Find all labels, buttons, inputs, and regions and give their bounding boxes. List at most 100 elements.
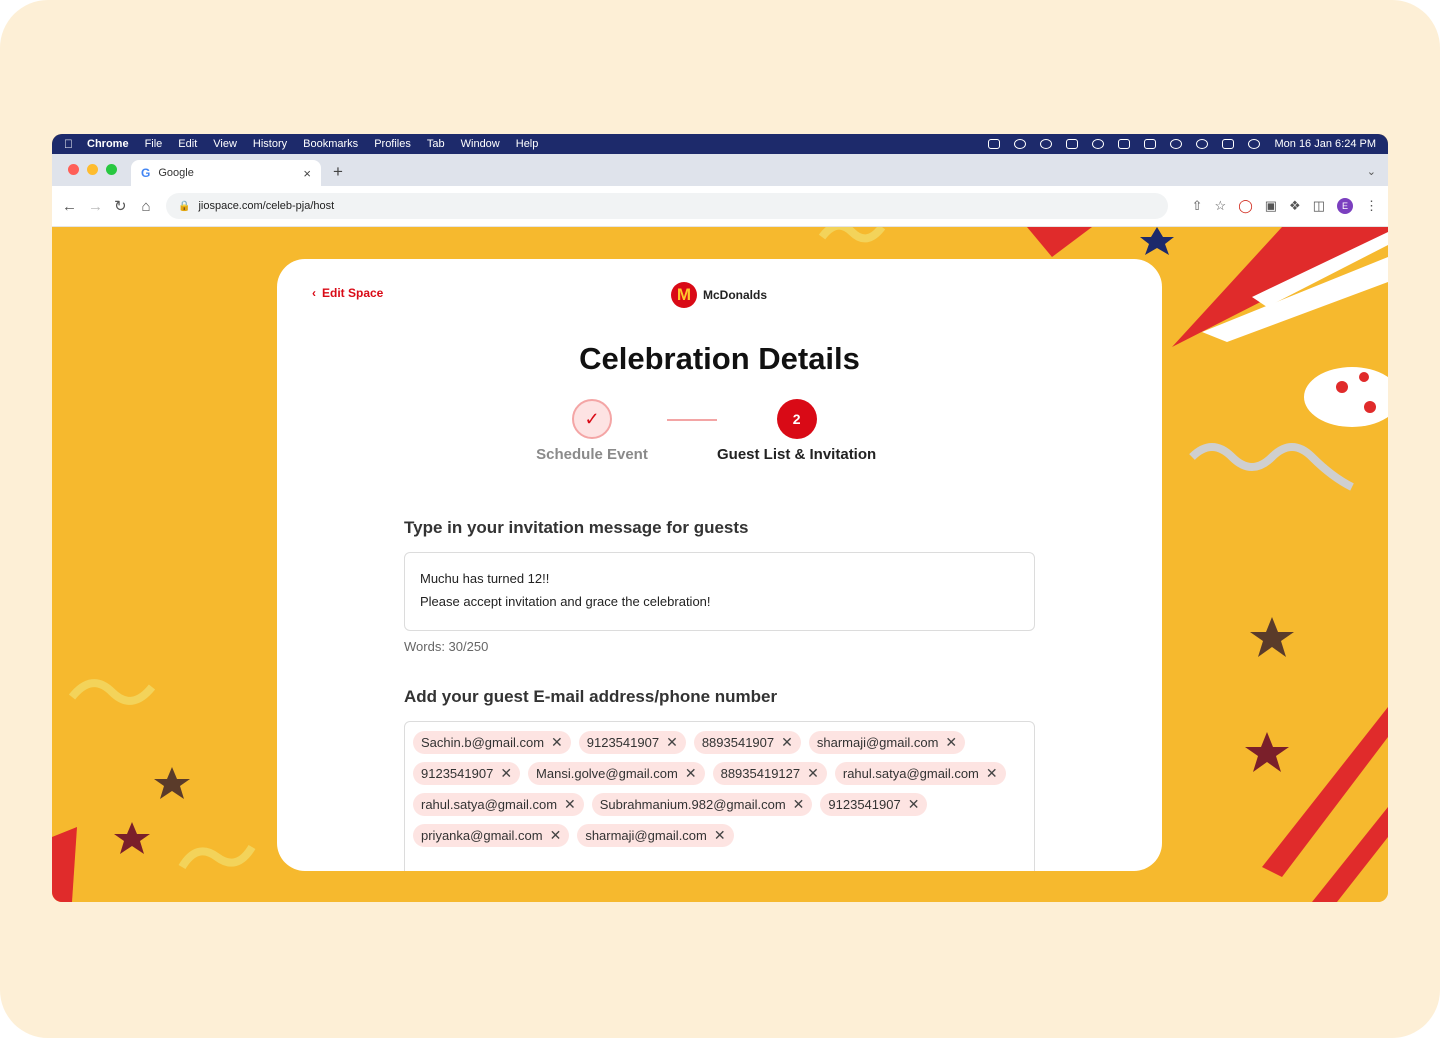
- extensions-puzzle-icon[interactable]: ❖: [1289, 198, 1301, 214]
- siri-icon[interactable]: [1248, 139, 1261, 149]
- guest-chip-label: rahul.satya@gmail.com: [842, 766, 979, 781]
- remove-guest-icon[interactable]: ✕: [685, 765, 697, 782]
- status-extension-icon[interactable]: [1092, 139, 1105, 149]
- step-guest-list[interactable]: 2 Guest List & Invitation: [717, 399, 876, 463]
- guest-chip[interactable]: Mansi.golve@gmail.com ✕: [528, 762, 705, 785]
- remove-guest-icon[interactable]: ✕: [564, 796, 576, 813]
- guest-chip-label: sharmaji@gmail.com: [816, 735, 939, 750]
- forward-arrow-icon[interactable]: →: [88, 198, 103, 215]
- remove-guest-icon[interactable]: ✕: [793, 796, 805, 813]
- remove-guest-icon[interactable]: ✕: [666, 734, 678, 751]
- menu-help[interactable]: Help: [516, 138, 539, 150]
- close-window-button[interactable]: [68, 164, 79, 175]
- remove-guest-icon[interactable]: ✕: [550, 827, 562, 844]
- status-app-icon[interactable]: [988, 139, 1001, 149]
- guest-chip-label: 88935419127: [720, 766, 801, 781]
- menu-profiles[interactable]: Profiles: [374, 138, 411, 150]
- zoom-window-button[interactable]: [106, 164, 117, 175]
- remove-guest-icon[interactable]: ✕: [551, 734, 563, 751]
- status-cloud-icon[interactable]: [1014, 139, 1027, 149]
- guest-chip-label: rahul.satya@gmail.com: [421, 797, 558, 812]
- step-2-number: 2: [776, 399, 817, 439]
- guest-chip[interactable]: sharmaji@gmail.com ✕: [577, 824, 734, 847]
- browser-tab[interactable]: G Google ×: [131, 160, 321, 186]
- bookmark-star-icon[interactable]: ☆: [1215, 198, 1227, 214]
- mcdonalds-logo: M: [671, 282, 697, 308]
- menu-edit[interactable]: Edit: [178, 138, 197, 150]
- word-count: Words: 30/250: [404, 639, 489, 654]
- new-tab-button[interactable]: +: [333, 162, 343, 182]
- guest-chip[interactable]: rahul.satya@gmail.com ✕: [834, 762, 1006, 785]
- menu-bookmarks[interactable]: Bookmarks: [303, 138, 358, 150]
- menu-app-name[interactable]: Chrome: [87, 138, 129, 150]
- window-controls: [52, 164, 131, 186]
- bluetooth-icon[interactable]: [1118, 139, 1131, 149]
- lock-icon[interactable]: 🔒: [178, 201, 190, 212]
- browser-window:  Chrome File Edit View History Bookmark…: [52, 134, 1388, 902]
- remove-guest-icon[interactable]: ✕: [908, 796, 920, 813]
- apple-icon[interactable]: : [64, 137, 73, 151]
- url-text[interactable]: jiospace.com/celeb-pja/host: [198, 200, 334, 212]
- menu-clock[interactable]: Mon 16 Jan 6:24 PM: [1274, 138, 1376, 150]
- more-menu-icon[interactable]: ⋮: [1365, 198, 1378, 214]
- minimize-window-button[interactable]: [87, 164, 98, 175]
- remove-guest-icon[interactable]: ✕: [986, 765, 998, 782]
- brand: M McDonalds: [671, 282, 767, 308]
- remove-guest-icon[interactable]: ✕: [945, 734, 957, 751]
- remove-guest-icon[interactable]: ✕: [714, 827, 726, 844]
- camera-extension-icon[interactable]: ▣: [1265, 198, 1277, 214]
- guest-chip-label: priyanka@gmail.com: [421, 828, 543, 843]
- profile-avatar[interactable]: E: [1337, 198, 1353, 214]
- share-icon[interactable]: ⇧: [1192, 198, 1203, 214]
- step-schedule-event[interactable]: ✓ Schedule Event: [522, 399, 662, 463]
- opera-extension-icon[interactable]: ◯: [1238, 198, 1253, 214]
- remove-guest-icon[interactable]: ✕: [807, 765, 819, 782]
- guest-chip[interactable]: priyanka@gmail.com ✕: [413, 824, 570, 847]
- message-line-2: Please accept invitation and grace the c…: [420, 594, 711, 609]
- guest-chip[interactable]: Sachin.b@gmail.com ✕: [413, 731, 571, 754]
- guest-chip[interactable]: 9123541907 ✕: [820, 793, 928, 816]
- menu-tab[interactable]: Tab: [427, 138, 445, 150]
- guest-chip[interactable]: 88935419127 ✕: [712, 762, 827, 785]
- remove-guest-icon[interactable]: ✕: [500, 765, 512, 782]
- side-panel-icon[interactable]: ◫: [1313, 198, 1325, 214]
- google-favicon-icon: G: [141, 166, 151, 180]
- status-icons: Mon 16 Jan 6:24 PM: [988, 138, 1376, 150]
- menu-window[interactable]: Window: [461, 138, 500, 150]
- guest-chip-label: Sachin.b@gmail.com: [421, 735, 545, 750]
- mac-menu-bar:  Chrome File Edit View History Bookmark…: [52, 134, 1388, 154]
- status-shield-icon[interactable]: [1066, 139, 1079, 149]
- back-arrow-icon[interactable]: ←: [62, 198, 77, 215]
- menu-view[interactable]: View: [213, 138, 237, 150]
- guest-list-input[interactable]: Sachin.b@gmail.com ✕ 9123541907 ✕ 8893541907…: [404, 721, 1035, 871]
- remove-guest-icon[interactable]: ✕: [781, 734, 793, 751]
- guest-chip-label: 8893541907: [701, 735, 775, 750]
- status-sync-icon[interactable]: [1040, 139, 1053, 149]
- reload-icon[interactable]: ↻: [114, 197, 127, 215]
- guest-chip-label: 9123541907: [586, 735, 660, 750]
- guest-chip[interactable]: 9123541907 ✕: [413, 762, 521, 785]
- menu-history[interactable]: History: [253, 138, 287, 150]
- guest-chip[interactable]: rahul.satya@gmail.com ✕: [413, 793, 584, 816]
- tab-search-chevron-icon[interactable]: ⌄: [1367, 165, 1376, 178]
- invitation-message-textarea[interactable]: Muchu has turned 12!! Please accept invi…: [404, 552, 1035, 631]
- celebration-card: ‹ Edit Space M McDonalds Celebration Det…: [277, 259, 1162, 871]
- home-icon[interactable]: ⌂: [140, 198, 152, 215]
- guest-chip-label: sharmaji@gmail.com: [585, 828, 707, 843]
- invitation-message-label: Type in your invitation message for gues…: [404, 518, 749, 537]
- brand-name: McDonalds: [703, 288, 768, 302]
- menu-file[interactable]: File: [145, 138, 163, 150]
- guest-chip-label: Subrahmanium.982@gmail.com: [599, 797, 786, 812]
- spotlight-search-icon[interactable]: [1196, 139, 1209, 149]
- guest-chip[interactable]: Subrahmanium.982@gmail.com ✕: [591, 793, 813, 816]
- battery-icon[interactable]: [1144, 139, 1157, 149]
- guest-chip[interactable]: 9123541907 ✕: [578, 731, 686, 754]
- guest-chip[interactable]: sharmaji@gmail.com ✕: [808, 731, 966, 754]
- guest-chip[interactable]: 8893541907 ✕: [693, 731, 801, 754]
- address-bar[interactable]: 🔒 jiospace.com/celeb-pja/host: [166, 193, 1168, 219]
- stepper-connector: [667, 419, 717, 421]
- edit-space-back-button[interactable]: ‹ Edit Space: [312, 286, 383, 300]
- wifi-icon[interactable]: [1170, 139, 1183, 149]
- control-center-icon[interactable]: [1222, 139, 1235, 149]
- close-tab-icon[interactable]: ×: [303, 166, 311, 181]
